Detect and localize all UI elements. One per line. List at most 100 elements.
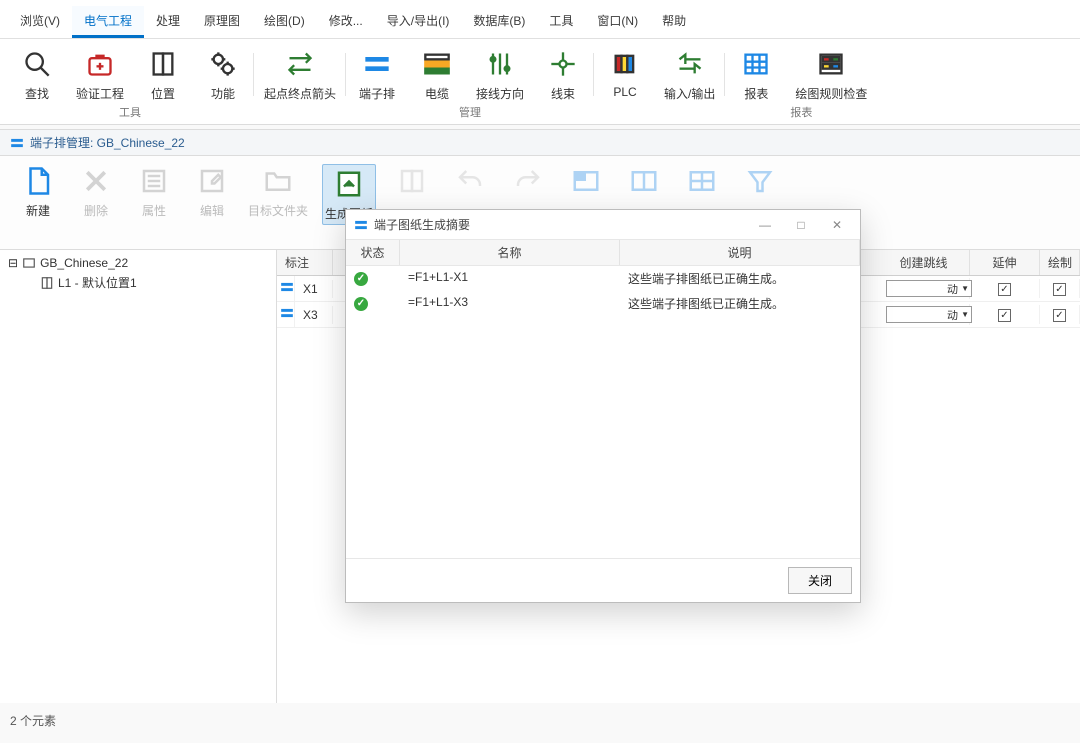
wiring-direction-button[interactable]: 接线方向 bbox=[476, 47, 524, 102]
tree-pane[interactable]: ⊟ GB_Chinese_22 L1 - 默认位置1 bbox=[0, 250, 277, 703]
terminal-row-icon bbox=[279, 280, 295, 294]
terminal-strip-label: 端子排 bbox=[359, 85, 395, 102]
view1-icon bbox=[569, 164, 603, 198]
menu-window[interactable]: 窗口(N) bbox=[585, 6, 650, 38]
dialog-desc-cell: 这些端子排图纸已正确生成。 bbox=[620, 293, 860, 314]
terminal-strip-button[interactable]: 端子排 bbox=[356, 47, 398, 102]
properties-icon bbox=[137, 164, 171, 198]
new-file-icon bbox=[21, 164, 55, 198]
menu-draw[interactable]: 绘图(D) bbox=[252, 6, 317, 38]
find-button[interactable]: 查找 bbox=[16, 47, 58, 102]
io-button[interactable]: 输入/输出 bbox=[664, 47, 715, 102]
drawing-rule-check-button[interactable]: 绘图规则检查 bbox=[795, 47, 867, 102]
cable-button[interactable]: 电缆 bbox=[416, 47, 458, 102]
tool-undo-button[interactable] bbox=[448, 164, 492, 202]
col-label[interactable]: 标注 bbox=[277, 250, 333, 275]
report-icon bbox=[739, 47, 773, 81]
dialog-title-bar[interactable]: 端子图纸生成摘要 — □ ✕ bbox=[346, 210, 860, 239]
properties-label: 属性 bbox=[142, 202, 166, 219]
properties-button[interactable]: 属性 bbox=[132, 164, 176, 219]
ext-checkbox[interactable]: ✓ bbox=[998, 283, 1011, 296]
report-label: 报表 bbox=[744, 85, 768, 102]
tool-view1-button[interactable] bbox=[564, 164, 608, 202]
report-button[interactable]: 报表 bbox=[735, 47, 777, 102]
plc-button[interactable]: PLC bbox=[604, 47, 646, 99]
menu-schematic[interactable]: 原理图 bbox=[192, 6, 252, 38]
tool-view3-button[interactable] bbox=[680, 164, 724, 202]
ribbon-group-manage: 端子排 电缆 接线方向 线束 管理 bbox=[346, 47, 594, 124]
tool-xref-button[interactable] bbox=[390, 164, 434, 202]
menu-process[interactable]: 处理 bbox=[144, 6, 192, 38]
dialog-title-text: 端子图纸生成摘要 bbox=[374, 216, 470, 233]
xref-icon bbox=[395, 164, 429, 198]
tool-view2-button[interactable] bbox=[622, 164, 666, 202]
harness-button[interactable]: 线束 bbox=[542, 47, 584, 102]
rules-icon bbox=[814, 47, 848, 81]
dialog-col-name[interactable]: 名称 bbox=[400, 240, 620, 265]
target-folder-button[interactable]: 目标文件夹 bbox=[248, 164, 308, 219]
target-folder-label: 目标文件夹 bbox=[248, 202, 308, 219]
plc-label: PLC bbox=[613, 85, 636, 99]
menu-electrical-project[interactable]: 电气工程 bbox=[72, 6, 144, 38]
project-icon bbox=[22, 256, 36, 270]
wiring-direction-label: 接线方向 bbox=[476, 85, 524, 102]
row-icon-cell bbox=[277, 276, 295, 301]
drawing-rule-check-label: 绘图规则检查 bbox=[795, 85, 867, 102]
new-label: 新建 bbox=[26, 202, 50, 219]
draw-checkbox[interactable]: ✓ bbox=[1053, 283, 1066, 296]
minimize-icon[interactable]: — bbox=[750, 218, 780, 232]
dialog-col-desc[interactable]: 说明 bbox=[620, 240, 860, 265]
status-ok-icon: ✓ bbox=[354, 272, 368, 286]
jump-combo[interactable]: 动 ▼ bbox=[886, 306, 972, 323]
dialog-state-cell: ✓ bbox=[346, 293, 400, 314]
menu-browse[interactable]: 浏览(V) bbox=[8, 6, 72, 38]
redo-icon bbox=[511, 164, 545, 198]
close-icon[interactable]: ✕ bbox=[822, 218, 852, 232]
dialog-state-cell: ✓ bbox=[346, 268, 400, 289]
menu-database[interactable]: 数据库(B) bbox=[461, 6, 537, 38]
maximize-icon[interactable]: □ bbox=[786, 218, 816, 232]
dialog-row[interactable]: ✓ =F1+L1-X3 这些端子排图纸已正确生成。 bbox=[346, 291, 860, 316]
menu-bar: 浏览(V) 电气工程 处理 原理图 绘图(D) 修改... 导入/导出(I) 数… bbox=[0, 0, 1080, 39]
location-button[interactable]: 位置 bbox=[142, 47, 184, 102]
terminal-icon bbox=[10, 136, 24, 150]
medkit-icon bbox=[83, 47, 117, 81]
col-ext[interactable]: 延伸 bbox=[970, 250, 1040, 275]
function-button[interactable]: 功能 bbox=[202, 47, 244, 102]
menu-tools[interactable]: 工具 bbox=[537, 6, 585, 38]
chevron-down-icon: ▼ bbox=[961, 310, 969, 319]
edit-button[interactable]: 编辑 bbox=[190, 164, 234, 219]
tree-root[interactable]: ⊟ GB_Chinese_22 bbox=[0, 254, 276, 272]
verify-project-button[interactable]: 验证工程 bbox=[76, 47, 124, 102]
jump-combo[interactable]: 动 ▼ bbox=[886, 280, 972, 297]
tool-redo-button[interactable] bbox=[506, 164, 550, 202]
menu-help[interactable]: 帮助 bbox=[650, 6, 698, 38]
delete-button[interactable]: 删除 bbox=[74, 164, 118, 219]
status-bar: 2 个元素 bbox=[10, 712, 56, 729]
verify-project-label: 验证工程 bbox=[76, 85, 124, 102]
col-jump[interactable]: 创建跳线 bbox=[878, 250, 970, 275]
ext-checkbox[interactable]: ✓ bbox=[998, 309, 1011, 322]
new-button[interactable]: 新建 bbox=[16, 164, 60, 219]
close-button[interactable]: 关闭 bbox=[788, 567, 852, 594]
door-icon bbox=[146, 47, 180, 81]
menu-modify[interactable]: 修改... bbox=[317, 6, 375, 38]
origin-dest-arrow-button[interactable]: 起点终点箭头 bbox=[264, 47, 336, 102]
plc-icon bbox=[608, 47, 642, 81]
combo-value: 动 bbox=[947, 307, 958, 323]
collapse-icon[interactable]: ⊟ bbox=[8, 256, 18, 270]
col-draw[interactable]: 绘制 bbox=[1040, 250, 1080, 275]
dialog-row[interactable]: ✓ =F1+L1-X1 这些端子排图纸已正确生成。 bbox=[346, 266, 860, 291]
menu-import-export[interactable]: 导入/导出(I) bbox=[375, 6, 462, 38]
row-ext-cell: ✓ bbox=[970, 279, 1040, 298]
draw-checkbox[interactable]: ✓ bbox=[1053, 309, 1066, 322]
row-label: X1 bbox=[295, 280, 333, 298]
io-label: 输入/输出 bbox=[664, 85, 715, 102]
tree-child[interactable]: L1 - 默认位置1 bbox=[0, 272, 276, 293]
dialog-col-state[interactable]: 状态 bbox=[346, 240, 400, 265]
ribbon: 查找 验证工程 位置 功能 工具 bbox=[0, 39, 1080, 125]
tool-filter-button[interactable] bbox=[738, 164, 782, 202]
row-icon-cell bbox=[277, 302, 295, 327]
location-icon bbox=[40, 276, 54, 290]
row-label: X3 bbox=[295, 306, 333, 324]
